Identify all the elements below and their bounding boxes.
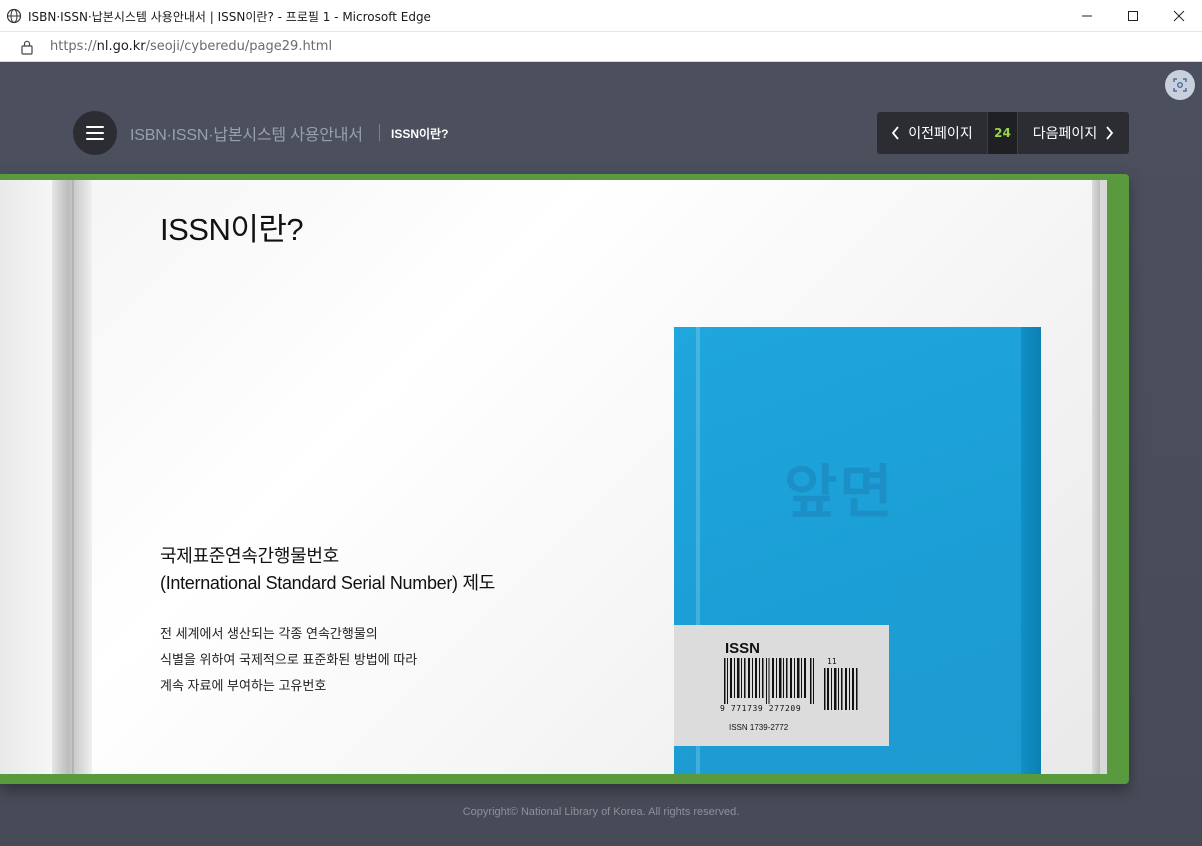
maximize-icon [1128,11,1138,21]
close-button[interactable] [1156,0,1202,32]
copyright-text: Copyright© National Library of Korea. Al… [462,806,740,818]
page-heading: ISSN이란? [160,212,304,247]
menu-button[interactable] [73,111,117,155]
magazine-spine [1021,327,1041,774]
barcode-icon [724,658,814,704]
issn-number: ISSN 1739-2772 [729,723,789,732]
url-host: nl.go.kr [96,39,146,54]
chevron-left-icon [892,126,899,140]
left-page-strip [0,180,52,774]
next-page-label: 다음페이지 [1032,126,1098,142]
prev-page-label: 이전페이지 [908,126,973,142]
maximize-button[interactable] [1110,0,1156,32]
screenshot-icon [1173,78,1187,92]
spine-line [72,180,74,774]
screenshot-button[interactable] [1165,70,1195,100]
page-navigator: 이전페이지 24 다음페이지 [877,112,1129,154]
next-page-button[interactable]: 다음페이지 [1018,112,1129,154]
body-text-line: 계속 자료에 부여하는 고유번호 [160,678,327,693]
cover-watermark-text: 앞면 [784,458,895,526]
site-title: ISBN·ISSN·납본시스템 사용안내서 [130,127,363,144]
title-divider [379,124,380,141]
section-title: ISSN이란? [391,127,449,141]
url-text[interactable]: https://nl.go.kr/seoji/cyberedu/page29.h… [50,39,332,54]
url-scheme: https:// [50,39,97,54]
hamburger-icon-bar [86,132,104,134]
window-title: ISBN·ISSN·납본시스템 사용안내서 | ISSN이란? - 프로필 1 … [28,10,431,24]
minimize-button[interactable] [1064,0,1110,32]
magazine-illustration: 앞면 ISSN 11 9 771739 277209 ISSN 1739-277… [674,327,1041,774]
addon-digits: 11 [827,657,837,666]
body-text-line: 전 세계에서 생산되는 각종 연속간행물의 [160,626,378,641]
lead-text-korean: 국제표준연속간행물번호 [160,546,339,566]
issn-label-title: ISSN [725,640,761,657]
url-path: /seoji/cyberedu/page29.html [145,39,333,54]
hamburger-icon-bar [86,126,104,128]
page-viewport: ISBN·ISSN·납본시스템 사용안내서 ISSN이란? 이전페이지 24 다… [0,62,1202,846]
prev-page-button[interactable]: 이전페이지 [877,112,987,154]
barcode-digits: 9 771739 277209 [720,704,802,713]
title-bar: ISBN·ISSN·납본시스템 사용안내서 | ISSN이란? - 프로필 1 … [0,0,1202,32]
body-text-line: 식별을 위하여 국제적으로 표준화된 방법에 따라 [160,652,418,667]
address-bar[interactable]: https://nl.go.kr/seoji/cyberedu/page29.h… [0,32,1202,62]
lead-text-english: (International Standard Serial Number) 제… [160,573,495,593]
addon-barcode-icon [824,668,858,710]
lock-icon[interactable] [20,39,34,55]
issn-barcode-label: ISSN 11 9 771739 277209 ISSN 1739-2772 [674,625,889,746]
page-number: 24 [987,112,1018,154]
close-icon [1173,10,1185,22]
globe-icon [6,8,22,24]
minimize-icon [1082,15,1092,17]
chevron-right-icon [1106,126,1114,140]
hamburger-icon-bar [86,138,104,140]
page-right-edge [1092,180,1100,774]
